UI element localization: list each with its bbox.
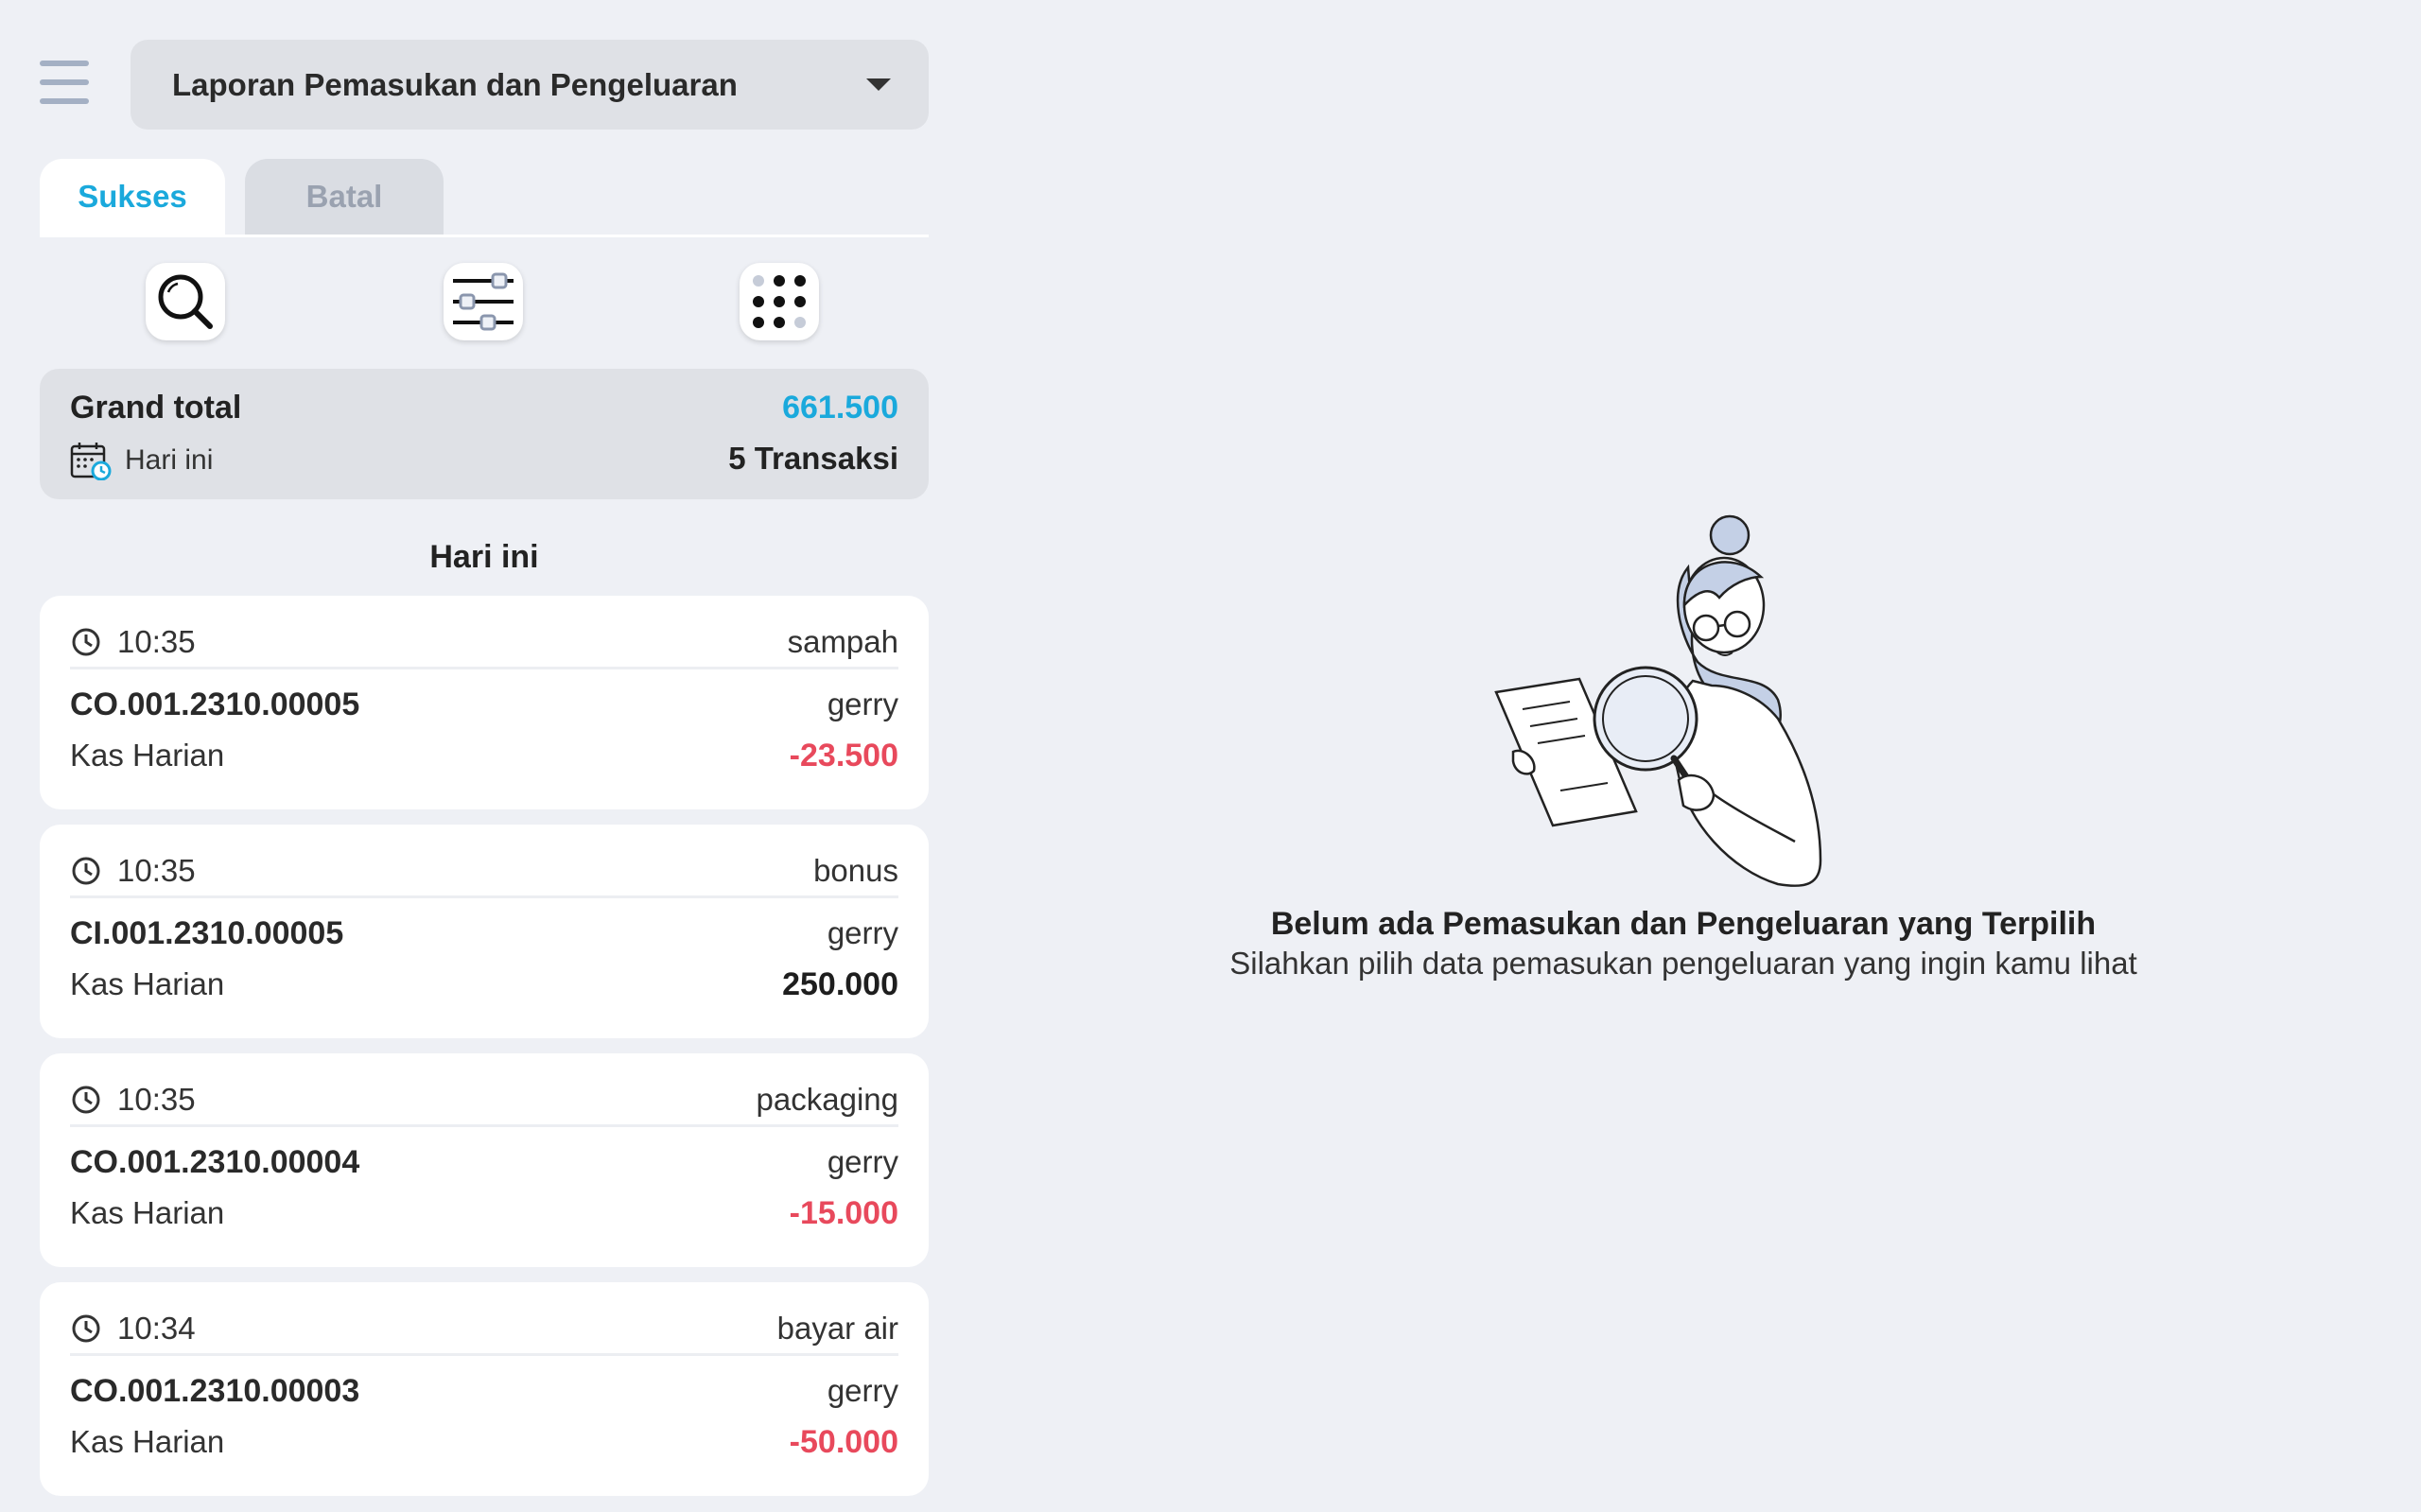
- toolbar: [40, 255, 929, 346]
- transaction-code: CO.001.2310.00003: [70, 1373, 360, 1409]
- report-type-dropdown[interactable]: Laporan Pemasukan dan Pengeluaran: [131, 40, 929, 130]
- transaction-time: 10:34: [117, 1310, 196, 1346]
- status-tabs: Sukses Batal: [40, 159, 929, 237]
- transaction-account: Kas Harian: [70, 1424, 225, 1459]
- detail-empty-state: Belum ada Pemasukan dan Pengeluaran yang…: [946, 0, 2421, 1512]
- grand-total-value: 661.500: [782, 390, 898, 426]
- transaction-user: gerry: [827, 686, 898, 721]
- transaction-amount: -15.000: [789, 1195, 898, 1231]
- transaction-card[interactable]: 10:35 sampah CO.001.2310.00005 gerry Kas…: [40, 596, 929, 809]
- transaction-time: 10:35: [117, 852, 196, 888]
- transaction-user: gerry: [827, 1373, 898, 1408]
- transaction-time: 10:35: [117, 623, 196, 659]
- transaction-card[interactable]: 10:34 bayar air CO.001.2310.00003 gerry …: [40, 1282, 929, 1496]
- period-indicator[interactable]: Hari ini: [70, 441, 213, 480]
- transaction-account: Kas Harian: [70, 966, 225, 1001]
- clock-icon: [72, 1314, 100, 1342]
- search-icon: [158, 274, 213, 329]
- clock-icon: [72, 628, 100, 655]
- transaction-code: CO.001.2310.00004: [70, 1144, 360, 1180]
- transaction-user: gerry: [827, 915, 898, 950]
- hamburger-menu-icon[interactable]: [38, 57, 91, 110]
- date-group-heading: Hari ini: [429, 539, 539, 575]
- transaction-amount: -23.500: [789, 738, 898, 773]
- chevron-down-icon: [866, 78, 891, 91]
- empty-state-title: Belum ada Pemasukan dan Pengeluaran yang…: [1270, 906, 2097, 942]
- transaction-account: Kas Harian: [70, 1195, 225, 1230]
- filter-sliders-icon: [453, 272, 514, 331]
- transaction-panel: Laporan Pemasukan dan Pengeluaran Sukses…: [0, 0, 946, 1512]
- grand-total-label: Grand total: [70, 390, 242, 426]
- transaction-category: packaging: [756, 1081, 898, 1117]
- clock-icon: [72, 1086, 100, 1113]
- transaction-account: Kas Harian: [70, 738, 225, 773]
- search-button[interactable]: [146, 263, 225, 340]
- period-label: Hari ini: [125, 444, 214, 476]
- dot-grid-icon: [753, 275, 806, 328]
- transaction-code: CI.001.2310.00005: [70, 915, 344, 951]
- transaction-amount: 250.000: [782, 966, 898, 1002]
- tab-batal[interactable]: Batal: [245, 159, 444, 235]
- transaction-count: 5 Transaksi: [728, 441, 898, 476]
- transaction-category: sampah: [787, 623, 898, 659]
- transaction-category: bayar air: [776, 1310, 898, 1346]
- transaction-amount: -50.000: [789, 1424, 898, 1460]
- woman-with-magnifier-illustration: [1494, 514, 1822, 887]
- transaction-time: 10:35: [117, 1081, 196, 1117]
- grand-total-summary: Grand total 661.500 Hari ini 5 Transaksi: [40, 369, 929, 499]
- clock-icon: [72, 857, 100, 884]
- transaction-category: bonus: [813, 852, 898, 888]
- transaction-code: CO.001.2310.00005: [70, 686, 360, 722]
- transaction-card[interactable]: 10:35 packaging CO.001.2310.00004 gerry …: [40, 1053, 929, 1267]
- calendar-clock-icon: [70, 443, 112, 480]
- transaction-user: gerry: [827, 1144, 898, 1179]
- tab-sukses[interactable]: Sukses: [40, 159, 225, 235]
- transaction-card[interactable]: 10:35 bonus CI.001.2310.00005 gerry Kas …: [40, 825, 929, 1038]
- filter-button[interactable]: [444, 263, 523, 340]
- report-type-label: Laporan Pemasukan dan Pengeluaran: [172, 66, 738, 102]
- empty-state-subtitle: Silahkan pilih data pemasukan pengeluara…: [1229, 946, 2137, 981]
- display-options-button[interactable]: [740, 263, 819, 340]
